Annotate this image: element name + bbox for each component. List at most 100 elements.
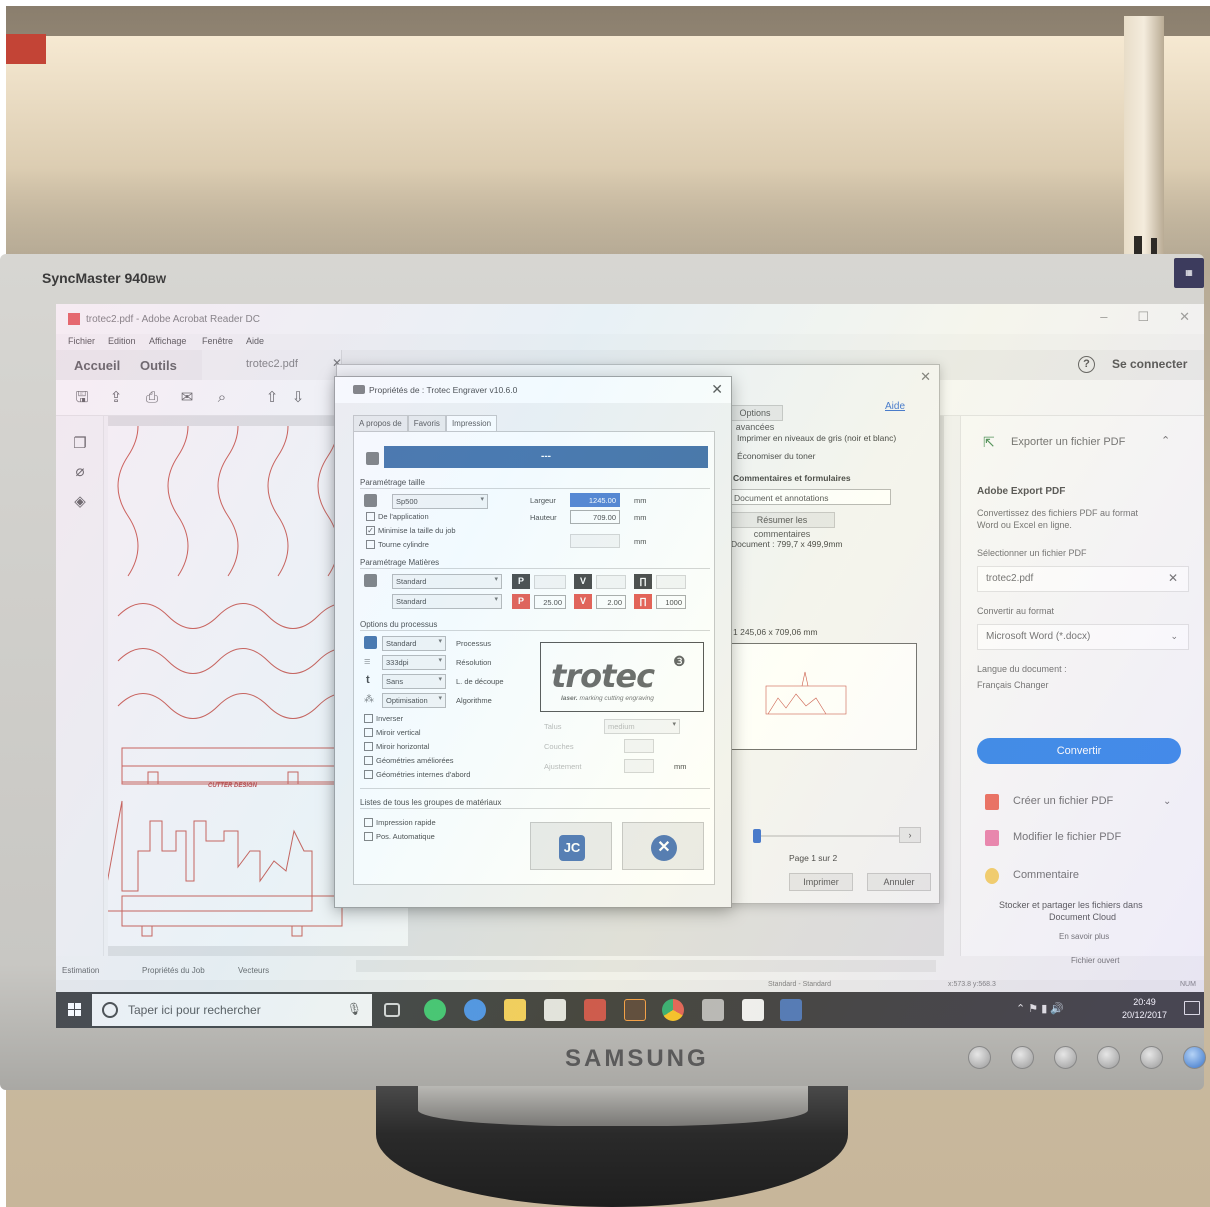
monitor-menu-button[interactable] (968, 1046, 991, 1069)
grayscale-option[interactable]: Imprimer en niveaux de gris (noir et bla… (737, 433, 896, 443)
tab-home[interactable]: Accueil (74, 358, 120, 373)
sign-in-link[interactable]: Se connecter (1112, 357, 1187, 371)
send-to-job-control-button[interactable]: JC (530, 822, 612, 870)
attachment-icon[interactable]: ⌀ (72, 464, 88, 480)
inner-geometry-checkbox[interactable] (364, 770, 373, 779)
print-button[interactable]: Imprimer (789, 873, 853, 891)
mail-icon[interactable] (742, 999, 764, 1021)
cutline-select[interactable]: Sans ▾ (382, 674, 446, 689)
auto-pos-checkbox[interactable] (364, 832, 373, 841)
rotary-checkbox[interactable] (366, 540, 375, 549)
illustrator-icon[interactable] (624, 999, 646, 1021)
calculator-icon[interactable] (702, 999, 724, 1021)
quick-print-checkbox[interactable] (364, 818, 373, 827)
comments-select[interactable]: Document et annotations (729, 489, 891, 505)
tab-about[interactable]: A propos de (353, 415, 408, 431)
enhanced-geometry-checkbox[interactable] (364, 756, 373, 765)
summarize-button[interactable]: Résumer les commentaires (729, 512, 835, 539)
export-pdf-title[interactable]: Exporter un fichier PDF (1011, 436, 1125, 448)
chrome-icon[interactable] (662, 999, 684, 1021)
convert-button[interactable]: Convertir (977, 738, 1181, 764)
save-icon[interactable]: 🖫 (74, 390, 90, 406)
acrobat-icon[interactable] (584, 999, 606, 1021)
resolution-select[interactable]: 333dpi ▾ (382, 655, 446, 670)
close-icon[interactable]: ✕ (1179, 309, 1190, 325)
language-value[interactable]: Français Changer (977, 680, 1049, 690)
format-select[interactable]: Microsoft Word (*.docx) ⌄ (977, 624, 1189, 650)
edge-icon[interactable] (464, 999, 486, 1021)
preview-scroll-thumb[interactable] (753, 829, 761, 843)
minimize-icon[interactable]: – (1100, 309, 1107, 325)
invert-checkbox[interactable] (364, 714, 373, 723)
menu-edit[interactable]: Edition (108, 336, 136, 346)
file-explorer-icon[interactable] (504, 999, 526, 1021)
job-control-taskbar-icon[interactable] (780, 999, 802, 1021)
trotec-close-icon[interactable]: ✕ (711, 381, 723, 398)
material-select-1[interactable]: Standard ▾ (392, 574, 502, 589)
notification-icon[interactable] (1184, 1001, 1200, 1015)
preview-scroll-track[interactable] (757, 835, 907, 837)
page-down-icon[interactable]: ⇩ (290, 390, 306, 406)
process-select[interactable]: Standard ▾ (382, 636, 446, 651)
menu-view[interactable]: Affichage (149, 336, 186, 346)
horizontal-scrollbar[interactable] (356, 960, 936, 972)
cancel-job-button[interactable]: ✕ (622, 822, 704, 870)
material-select-2[interactable]: Standard ▾ (392, 594, 502, 609)
tab-job-properties[interactable]: Propriétés du Job (142, 966, 205, 975)
learn-more-link[interactable]: En savoir plus (1059, 932, 1109, 941)
height-input[interactable]: 709.00 (570, 510, 620, 524)
help-link[interactable]: Aide (885, 401, 905, 412)
chevron-down-icon[interactable]: ⌄ (1163, 796, 1171, 807)
monitor-enter-button[interactable] (1097, 1046, 1120, 1069)
tab-estimation[interactable]: Estimation (62, 966, 99, 975)
spotify-icon[interactable] (424, 999, 446, 1021)
mirror-vertical-checkbox[interactable] (364, 728, 373, 737)
upload-icon[interactable]: ⇪ (108, 390, 124, 406)
system-tray[interactable]: ⌃ ⚑ ▮ 🔊 (1016, 1002, 1064, 1015)
maximize-icon[interactable]: ☐ (1137, 309, 1149, 325)
print-icon[interactable]: ⎙ (144, 390, 160, 406)
cloud-text: Stocker et partager les fichiers dans (999, 900, 1143, 910)
minimize-checkbox[interactable]: ✓ (366, 526, 375, 535)
search-icon[interactable]: ⌕ (214, 390, 230, 406)
frequency-input[interactable]: 1000 (656, 595, 686, 609)
monitor-down-button[interactable] (1011, 1046, 1034, 1069)
advanced-button[interactable]: Options avancées (727, 405, 783, 432)
taskbar-search[interactable]: Taper ici pour rechercher 🎙 (92, 994, 372, 1026)
collapse-icon[interactable]: ⌃ (1161, 434, 1170, 447)
size-preset-select[interactable]: Sp500 ▾ (392, 494, 488, 509)
mail-icon[interactable]: ✉ (179, 390, 195, 406)
mirror-horizontal-checkbox[interactable] (364, 742, 373, 751)
windows-start-icon[interactable] (68, 1003, 82, 1017)
taskbar-clock[interactable]: 20:49 20/12/2017 (1122, 996, 1167, 1022)
monitor-power-button[interactable] (1183, 1046, 1206, 1069)
print-dialog-close-icon[interactable]: ✕ (920, 369, 931, 385)
menu-window[interactable]: Fenêtre (202, 336, 233, 346)
tab-tools[interactable]: Outils (140, 358, 177, 373)
power-input[interactable]: 25.00 (534, 595, 566, 609)
pages-icon[interactable]: ❐ (72, 436, 88, 452)
menu-help[interactable]: Aide (246, 336, 264, 346)
page-up-icon[interactable]: ⇧ (264, 390, 280, 406)
from-app-checkbox[interactable] (366, 512, 375, 521)
algorithm-select[interactable]: Optimisation ▾ (382, 693, 446, 708)
next-page-button[interactable]: › (899, 827, 921, 843)
help-icon[interactable]: ? (1078, 356, 1095, 373)
speed-input[interactable]: 2.00 (596, 595, 626, 609)
layers-icon[interactable]: ◈ (72, 494, 88, 510)
task-view-icon[interactable] (384, 1003, 400, 1017)
tab-favorites[interactable]: Favoris (407, 415, 446, 431)
store-icon[interactable] (544, 999, 566, 1021)
monitor-up-button[interactable] (1054, 1046, 1077, 1069)
material-icon[interactable] (364, 574, 377, 587)
tab-vectors[interactable]: Vecteurs (238, 966, 269, 975)
cancel-button[interactable]: Annuler (867, 873, 931, 891)
width-input[interactable]: 1245.00 (570, 493, 620, 507)
tab-document[interactable]: trotec2.pdf (202, 350, 342, 380)
monitor-auto-button[interactable] (1140, 1046, 1163, 1069)
tab-print[interactable]: Impression (445, 415, 498, 431)
resize-icon[interactable] (366, 452, 379, 465)
selected-file-field[interactable]: trotec2.pdf ✕ (977, 566, 1189, 592)
save-toner-option[interactable]: Économiser du toner (737, 451, 815, 461)
menu-file[interactable]: Fichier (68, 336, 95, 346)
